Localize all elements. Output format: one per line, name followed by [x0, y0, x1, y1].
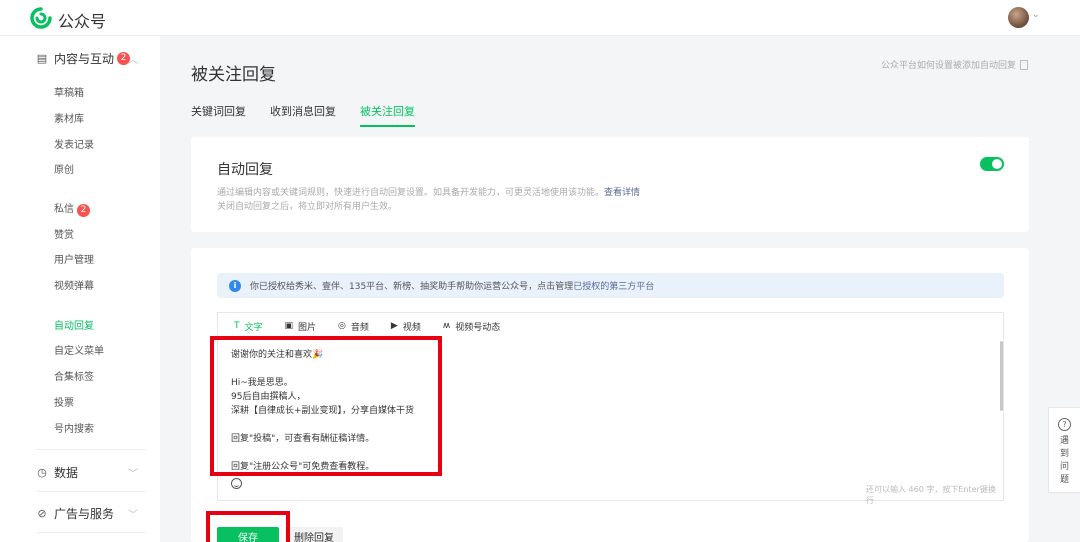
top-bar: 公众号 ⌄ [0, 0, 1080, 36]
sidebar-item-original[interactable]: 原创 [54, 161, 74, 176]
tool-label: 音频 [350, 322, 369, 333]
tool-label: 视频号动态 [455, 322, 501, 333]
sidebar-item-label: 私信 [54, 204, 74, 215]
help-link[interactable]: 公众平台如何设置被添加自动回复 [881, 58, 1029, 71]
tab-keyword-reply[interactable]: 关键词回复 [191, 103, 246, 127]
char-counter: 还可以输入 460 字，按下Enter键换行 [866, 485, 996, 505]
divider [36, 532, 146, 533]
tool-label: 图片 [298, 322, 317, 333]
question-icon: ? [1058, 418, 1071, 431]
highlight-box-content [210, 336, 442, 476]
sidebar-item-materials[interactable]: 素材库 [54, 110, 84, 125]
tool-label: 视频 [402, 322, 421, 333]
tool-audio[interactable]: ◎ 音频 [338, 320, 369, 333]
sidebar-section-content[interactable]: ▤ 内容与互动 2 ︿ [36, 50, 138, 67]
auto-reply-card: 自动回复 通过编辑内容或关键词规则，快速进行自动回复设置。如具备开发能力，可更灵… [191, 137, 1029, 232]
notice-text: 你已授权给秀米、壹伴、135平台、新榜、抽奖助手帮助你运营公众号，点击管理 [250, 282, 574, 292]
sidebar-item-video-danmaku[interactable]: 视频弹幕 [54, 277, 94, 292]
sidebar-item-custom-menu[interactable]: 自定义菜单 [54, 342, 104, 357]
sidebar-item-collection-tags[interactable]: 合集标签 [54, 368, 94, 383]
sidebar-item-publish-history[interactable]: 发表记录 [54, 136, 94, 151]
sidebar-section-label: 广告与服务 [54, 507, 115, 521]
authorization-notice: i 你已授权给秀米、壹伴、135平台、新榜、抽奖助手帮助你运营公众号，点击管理已… [217, 273, 1004, 298]
auto-reply-description: 通过编辑内容或关键词规则，快速进行自动回复设置。如具备开发能力，可更灵活地使用该… [217, 185, 640, 198]
image-icon: ▣ [284, 321, 294, 331]
sidebar-item-messages[interactable]: 私信 2 [54, 200, 90, 217]
sidebar-section-label: 数据 [54, 466, 79, 480]
help-label: 遇到问题 [1059, 436, 1069, 485]
sidebar-item-search[interactable]: 号内搜索 [54, 420, 94, 435]
help-link-label: 公众平台如何设置被添加自动回复 [881, 61, 1017, 71]
info-icon: i [229, 279, 241, 292]
tool-text[interactable]: T 文字 [234, 320, 263, 333]
sidebar-item-vote[interactable]: 投票 [54, 394, 74, 409]
tool-video[interactable]: ▶ 视频 [391, 320, 421, 333]
wechat-official-logo-icon[interactable] [30, 7, 52, 29]
sidebar: ▤ 内容与互动 2 ︿ 草稿箱 素材库 发表记录 原创 私信 2 赞赏 用户管理 … [0, 36, 160, 542]
document-icon: ▤ [36, 52, 48, 65]
sidebar-section-label: 内容与互动 [54, 52, 115, 66]
delete-reply-button[interactable]: 删除回复 [285, 527, 343, 542]
divider [36, 491, 146, 492]
clock-icon: ◷ [37, 466, 47, 479]
sidebar-section-data[interactable]: ◷ 数据 ﹀ [36, 464, 138, 481]
sidebar-item-rewards[interactable]: 赞赏 [54, 226, 74, 241]
sidebar-item-drafts[interactable]: 草稿箱 [54, 84, 84, 99]
chevron-down-icon: ﹀ [128, 510, 138, 521]
avatar[interactable] [1008, 7, 1029, 28]
auto-reply-title: 自动回复 [217, 162, 273, 178]
description-text: 通过编辑内容或关键词规则，快速进行自动回复设置。如具备开发能力，可更灵活地使用该… [217, 188, 605, 198]
compass-icon: ⊘ [37, 507, 47, 520]
divider [36, 449, 146, 450]
tool-channels[interactable]: ʍ 视频号动态 [443, 320, 500, 333]
emoji-icon[interactable] [231, 478, 242, 489]
chevron-down-icon: ﹀ [128, 469, 138, 480]
sidebar-item-users[interactable]: 用户管理 [54, 251, 94, 266]
details-link[interactable]: 查看详情 [604, 188, 640, 198]
auto-reply-note: 关闭自动回复之后，将立即对所有用户生效。 [217, 202, 398, 212]
editor-scrollbar[interactable] [1000, 341, 1003, 411]
sidebar-section-ads[interactable]: ⊘ 广告与服务 ﹀ [36, 505, 138, 522]
tool-label: 文字 [244, 322, 263, 333]
floating-help-button[interactable]: ? 遇到问题 [1048, 407, 1080, 493]
chevron-down-icon[interactable]: ⌄ [1032, 10, 1040, 20]
video-icon: ▶ [390, 321, 398, 331]
tab-follow-reply[interactable]: 被关注回复 [360, 103, 415, 127]
tab-message-reply[interactable]: 收到消息回复 [270, 103, 336, 127]
third-party-link[interactable]: 已授权的第三方平台 [573, 279, 654, 292]
tab-bar: 关键词回复 收到消息回复 被关注回复 [191, 103, 415, 127]
highlight-box-save [206, 511, 290, 542]
app-title[interactable]: 公众号 [58, 8, 106, 32]
audio-icon: ◎ [338, 321, 346, 331]
text-icon: T [234, 321, 240, 331]
channels-icon: ʍ [442, 321, 451, 331]
notification-badge: 2 [77, 204, 90, 217]
auto-reply-toggle[interactable] [980, 157, 1004, 171]
sidebar-item-auto-reply[interactable]: 自动回复 [54, 317, 94, 332]
chevron-up-icon: ︿ [128, 55, 138, 66]
document-icon [1020, 59, 1029, 70]
page-title: 被关注回复 [191, 65, 276, 85]
tool-image[interactable]: ▣ 图片 [285, 320, 317, 333]
